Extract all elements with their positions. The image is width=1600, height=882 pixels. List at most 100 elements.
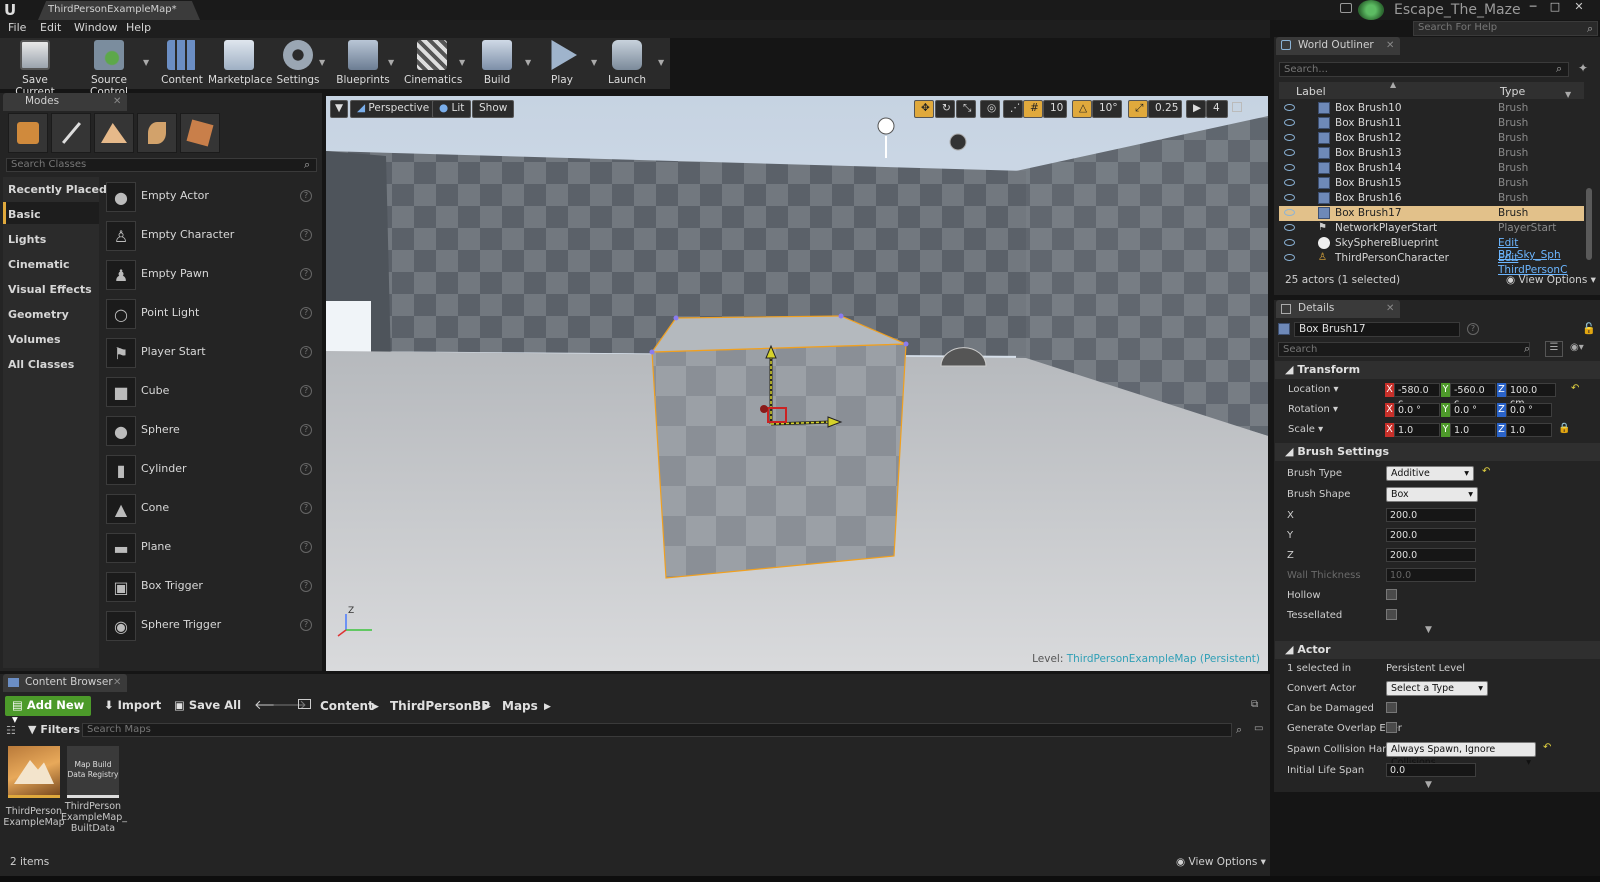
filters-button[interactable]: ▼ Filters ▾ <box>28 723 89 736</box>
menu-file[interactable]: File <box>8 21 26 34</box>
outliner-row[interactable]: ♙ ThirdPersonCharacter Edit ThirdPersonC <box>1279 251 1584 276</box>
surface-snap-icon[interactable]: ⋰ <box>1003 100 1023 118</box>
outliner-view-options[interactable]: ◉ View Options ▾ <box>1506 274 1596 286</box>
grid-snap-icon[interactable]: # <box>1023 100 1043 118</box>
category-volumes[interactable]: Volumes <box>8 333 61 346</box>
initial-life-span-field[interactable]: 0.0 <box>1386 763 1476 777</box>
close-icon[interactable]: ✕ <box>113 96 121 107</box>
type-column-header[interactable]: Type <box>1500 85 1525 98</box>
brush-settings-section-header[interactable]: ◢ Brush Settings <box>1275 443 1600 461</box>
location-y-field[interactable]: -560.0 c <box>1450 383 1496 409</box>
chat-icon[interactable] <box>1340 3 1352 13</box>
scale-y-field[interactable]: 1.0 <box>1450 423 1496 437</box>
breadcrumb-maps[interactable]: Maps <box>502 699 538 713</box>
maximize-icon[interactable]: □ <box>1546 0 1564 14</box>
play-button[interactable]: Play <box>544 40 580 86</box>
close-icon[interactable]: ✕ <box>1386 303 1394 314</box>
rotation-snap-icon[interactable]: △ <box>1072 100 1092 118</box>
cinematics-button[interactable]: Cinematics <box>404 40 462 86</box>
brush-shape-dropdown[interactable]: Box ▾ <box>1386 487 1478 502</box>
category-recently-placed[interactable]: Recently Placed <box>8 183 107 196</box>
source-control-dropdown-icon[interactable]: ▼ <box>143 58 149 67</box>
breadcrumb-separator-icon[interactable]: ▶ <box>544 702 551 712</box>
blueprints-dropdown-icon[interactable]: ▼ <box>388 58 394 67</box>
content-view-options[interactable]: ◉ View Options ▾ <box>1176 856 1266 868</box>
transform-section-header[interactable]: ◢ Transform <box>1275 361 1600 379</box>
viewport-options-button[interactable]: ▼ <box>330 100 349 118</box>
place-item-sphere[interactable]: ● Sphere ? <box>100 414 318 450</box>
visibility-eye-icon[interactable] <box>1284 134 1295 141</box>
build-dropdown-icon[interactable]: ▼ <box>525 58 531 67</box>
category-visual-effects[interactable]: Visual Effects <box>8 283 92 296</box>
lock-icon[interactable]: ▭ <box>1254 723 1263 734</box>
menu-window[interactable]: Window <box>74 21 117 34</box>
brush-y-field[interactable]: 200.0 <box>1386 528 1476 542</box>
rotation-label[interactable]: Rotation ▾ <box>1288 404 1338 415</box>
place-item-plane[interactable]: ▬ Plane ? <box>100 531 318 567</box>
dock-icon[interactable]: ⧉ <box>1251 699 1258 710</box>
close-icon[interactable]: ✕ <box>113 677 121 688</box>
breadcrumb-content[interactable]: Content <box>320 699 374 713</box>
help-icon[interactable]: ? <box>300 541 312 553</box>
label-column-header[interactable]: Label <box>1296 85 1326 98</box>
lock-scale-icon[interactable]: 🔒 <box>1558 423 1570 434</box>
modes-tab[interactable]: Modes ✕ <box>3 93 127 111</box>
details-view-options-icon[interactable]: ◉▾ <box>1570 342 1584 353</box>
place-item-empty-character[interactable]: ♙ Empty Character ? <box>100 219 318 255</box>
brush-z-field[interactable]: 200.0 <box>1386 548 1476 562</box>
translate-mode-icon[interactable]: ✥ <box>914 100 934 118</box>
play-dropdown-icon[interactable]: ▼ <box>591 58 597 67</box>
place-mode-icon[interactable] <box>8 113 48 153</box>
visibility-eye-icon[interactable] <box>1284 209 1295 216</box>
maximize-viewport-icon[interactable] <box>1232 102 1242 112</box>
landscape-mode-icon[interactable] <box>94 113 134 153</box>
import-button[interactable]: ⬇ Import <box>104 698 161 712</box>
type-dropdown-icon[interactable]: ▼ <box>1565 90 1571 99</box>
scale-mode-icon[interactable]: ⤡ <box>956 100 976 118</box>
save-all-button[interactable]: ▣ Save All <box>174 698 241 712</box>
lock-icon[interactable]: 🔓 <box>1582 322 1596 335</box>
box-brush-front[interactable] <box>651 343 907 579</box>
builtdata-asset-thumbnail[interactable]: Map Build Data Registry <box>67 746 119 798</box>
scale-x-field[interactable]: 1.0 <box>1394 423 1440 437</box>
add-new-button[interactable]: ▤ Add New ▾ <box>5 696 91 726</box>
menu-help[interactable]: Help <box>126 21 151 34</box>
breadcrumb-thirdpersonbp[interactable]: ThirdPersonBP <box>390 699 490 713</box>
category-cinematic[interactable]: Cinematic <box>8 258 70 271</box>
outliner-scrollbar[interactable] <box>1586 188 1592 260</box>
help-icon[interactable]: ? <box>300 307 312 319</box>
grid-snap-value[interactable]: 10 <box>1043 100 1067 118</box>
visibility-eye-icon[interactable] <box>1284 194 1295 201</box>
brush-x-field[interactable]: 200.0 <box>1386 508 1476 522</box>
help-icon[interactable]: ? <box>300 463 312 475</box>
marketplace-button[interactable]: Marketplace <box>208 40 272 86</box>
content-button[interactable]: Content <box>160 40 204 86</box>
convert-actor-dropdown[interactable]: Select a Type ▾ <box>1386 681 1488 696</box>
lit-button[interactable]: ● Lit <box>432 100 472 118</box>
rotation-snap-value[interactable]: 10° <box>1092 100 1122 118</box>
can-be-damaged-checkbox[interactable] <box>1386 702 1397 713</box>
rotation-z-field[interactable]: 0.0 ° <box>1506 403 1552 417</box>
world-outliner-tab[interactable]: World Outliner ✕ <box>1276 37 1400 55</box>
expand-advanced-icon[interactable]: ▼ <box>1425 780 1432 790</box>
scale-snap-icon[interactable]: ⤢ <box>1128 100 1148 118</box>
details-tab[interactable]: Details ✕ <box>1276 300 1400 318</box>
search-classes-input[interactable]: Search Classes <box>6 158 317 172</box>
location-label[interactable]: Location ▾ <box>1288 384 1339 395</box>
place-item-empty-actor[interactable]: ● Empty Actor ? <box>100 180 318 216</box>
place-item-point-light[interactable]: ○ Point Light ? <box>100 297 318 333</box>
outliner-row[interactable]: Box Brush12 Brush <box>1279 131 1584 146</box>
scale-z-field[interactable]: 1.0 <box>1506 423 1552 437</box>
help-icon[interactable]: ? <box>300 385 312 397</box>
property-matrix-icon[interactable]: ☰ <box>1545 341 1563 357</box>
outliner-search-input[interactable]: Search... <box>1279 62 1569 77</box>
source-control-button[interactable]: Source Control <box>72 40 146 98</box>
show-button[interactable]: Show <box>472 100 515 118</box>
visibility-eye-icon[interactable] <box>1284 104 1295 111</box>
settings-button[interactable]: Settings <box>274 40 322 86</box>
help-icon[interactable]: ? <box>300 619 312 631</box>
rotation-x-field[interactable]: 0.0 ° <box>1394 403 1440 417</box>
breadcrumb-separator-icon[interactable]: ▶ <box>484 702 491 712</box>
perspective-button[interactable]: ◢ Perspective <box>350 100 437 118</box>
generate-overlap-checkbox[interactable] <box>1386 722 1397 733</box>
